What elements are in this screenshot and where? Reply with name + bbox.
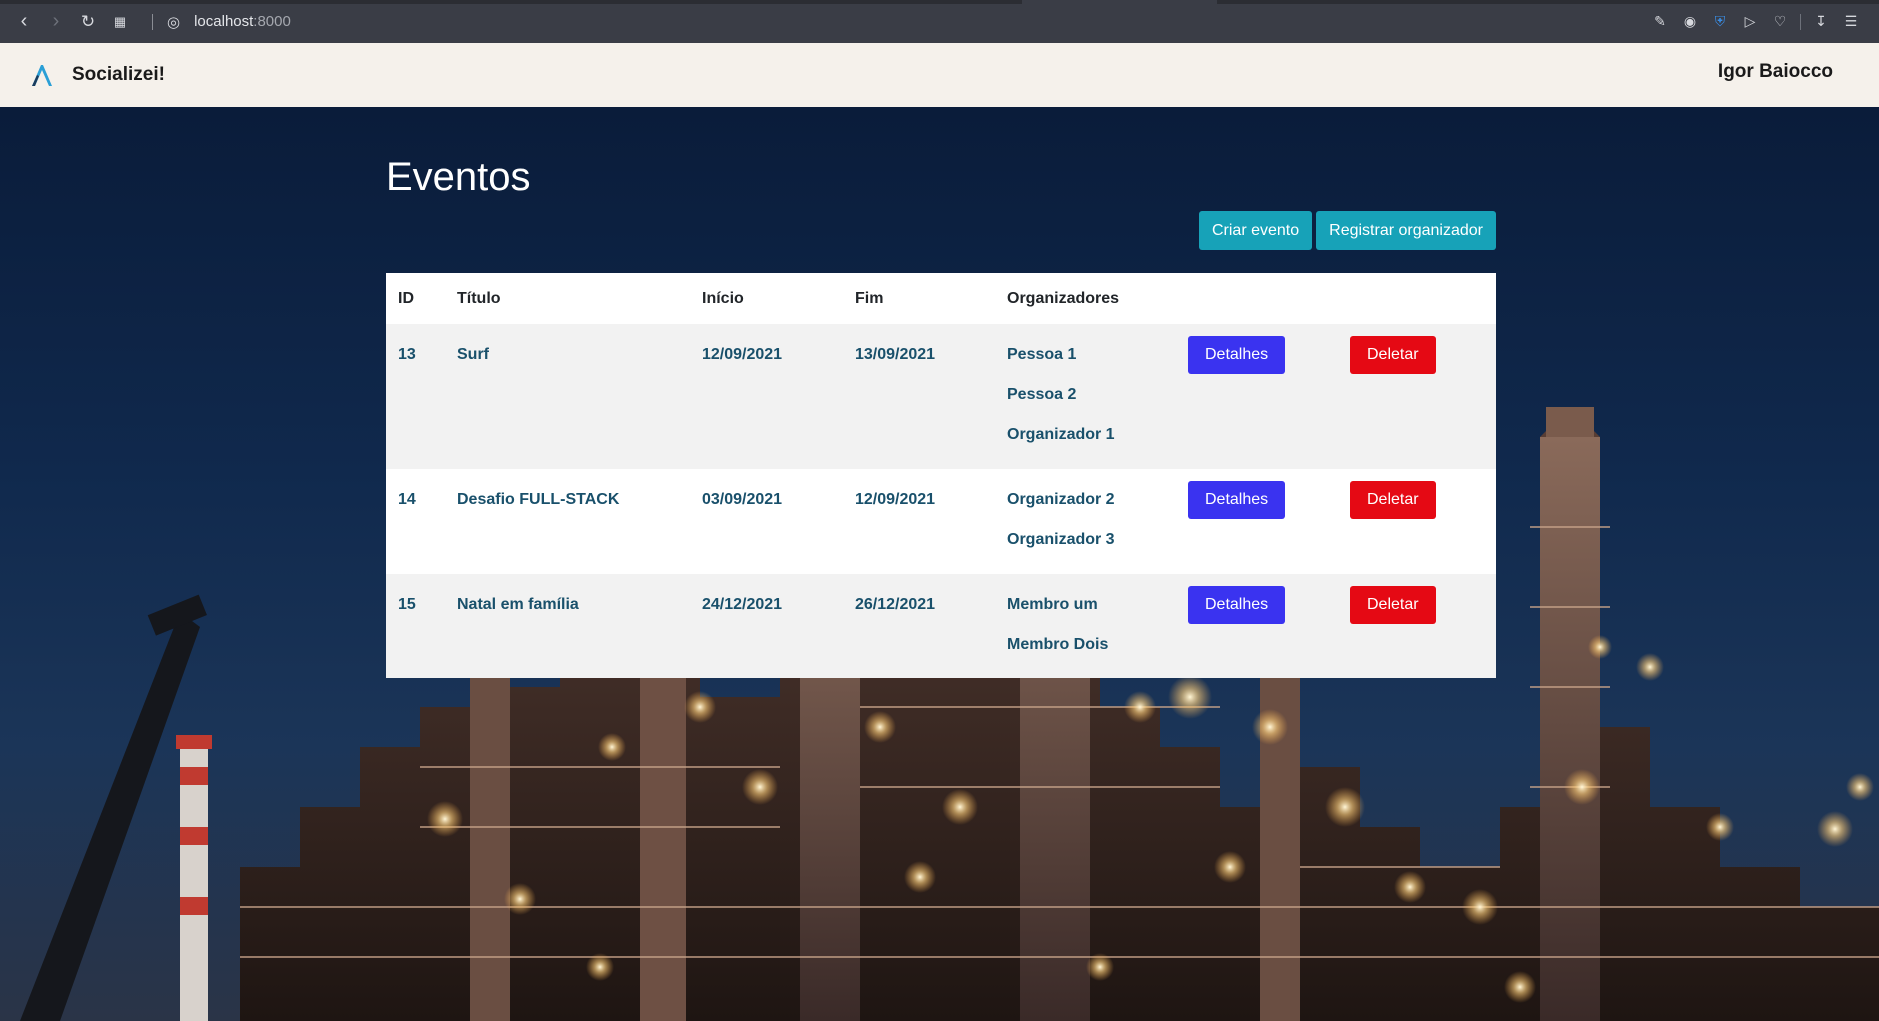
header-delete [1338, 273, 1496, 324]
organizer-item: Organizador 2 [1007, 491, 1115, 508]
page-actions: Criar evento Registrar organizador [1198, 211, 1496, 250]
tabs-grid-icon[interactable]: ▦ [104, 6, 136, 38]
table-header-row: ID Título Início Fim Organizadores [386, 273, 1496, 324]
delete-button[interactable]: Deletar [1350, 336, 1436, 374]
edit-icon[interactable]: ✎ [1650, 12, 1670, 32]
shield-icon[interactable]: ⛨ [1710, 12, 1730, 32]
details-button[interactable]: Detalhes [1188, 336, 1286, 374]
table-row: 14 Desafio FULL-STACK 03/09/2021 12/09/2… [386, 469, 1496, 574]
header-start: Início [702, 289, 744, 307]
header-organizers: Organizadores [1007, 289, 1120, 307]
url-text[interactable]: localhost:8000 [194, 13, 291, 30]
cell-organizers: Membro um Membro Dois [995, 574, 1176, 678]
delete-button[interactable]: Deletar [1350, 481, 1436, 519]
organizer-item: Organizador 3 [1007, 531, 1115, 548]
cell-start: 24/12/2021 [702, 596, 783, 613]
organizer-item: Pessoa 2 [1007, 386, 1077, 403]
forward-icon[interactable]: › [40, 6, 72, 38]
back-icon[interactable]: ‹ [8, 6, 40, 38]
cell-delete: Deletar [1338, 469, 1496, 574]
browser-toolbar: ‹ › ↻ ▦ ◎ localhost:8000 ✎ ◉ ⛨ ▷ ♡ ↧ ☰ [0, 0, 1879, 43]
cell-id: 15 [398, 596, 416, 613]
tab-strip [0, 0, 1879, 4]
url-port: :8000 [253, 13, 291, 30]
brand-logo-icon[interactable] [28, 61, 56, 89]
cell-details: Detalhes [1176, 324, 1338, 469]
table-row: 13 Surf 12/09/2021 13/09/2021 Pessoa 1 P… [386, 324, 1496, 469]
table-row: 15 Natal em família 24/12/2021 26/12/202… [386, 574, 1496, 678]
cell-start: 12/09/2021 [702, 346, 783, 363]
cell-details: Detalhes [1176, 574, 1338, 678]
header-id: ID [398, 289, 414, 307]
cell-delete: Deletar [1338, 574, 1496, 678]
organizer-item: Organizador 1 [1007, 426, 1115, 443]
address-separator [152, 13, 153, 30]
delete-button[interactable]: Deletar [1350, 586, 1436, 624]
reload-icon[interactable]: ↻ [72, 6, 104, 38]
cell-organizers: Organizador 2 Organizador 3 [995, 469, 1176, 574]
address-bar[interactable]: ◎ localhost:8000 [146, 13, 291, 31]
cell-id: 13 [398, 346, 416, 363]
cell-id: 14 [398, 491, 416, 508]
heart-icon[interactable]: ♡ [1770, 12, 1790, 32]
camera-icon[interactable]: ◉ [1680, 12, 1700, 32]
header-end: Fim [855, 289, 884, 307]
brand-name[interactable]: Socializei! [72, 64, 165, 86]
details-button[interactable]: Detalhes [1188, 481, 1286, 519]
cell-start: 03/09/2021 [702, 491, 783, 508]
organizer-item: Membro Dois [1007, 636, 1109, 653]
details-button[interactable]: Detalhes [1188, 586, 1286, 624]
active-tab[interactable] [1022, 0, 1217, 4]
header-details [1176, 273, 1338, 324]
cell-details: Detalhes [1176, 469, 1338, 574]
header-title: Título [457, 289, 501, 307]
page-title: Eventos [386, 155, 531, 199]
cell-organizers: Pessoa 1 Pessoa 2 Organizador 1 [995, 324, 1176, 469]
organizer-item: Membro um [1007, 596, 1098, 613]
cell-title: Natal em família [457, 596, 579, 613]
organizer-item: Pessoa 1 [1007, 346, 1077, 363]
user-name[interactable]: Igor Baiocco [1718, 61, 1833, 83]
actions-separator [1800, 13, 1801, 30]
cell-delete: Deletar [1338, 324, 1496, 469]
cell-title: Surf [457, 346, 489, 363]
create-event-button[interactable]: Criar evento [1198, 211, 1313, 250]
download-icon[interactable]: ↧ [1811, 12, 1831, 32]
send-icon[interactable]: ▷ [1740, 12, 1760, 32]
browser-actions: ✎ ◉ ⛨ ▷ ♡ ↧ ☰ [1650, 12, 1879, 32]
menu-icon[interactable]: ☰ [1841, 12, 1861, 32]
cell-end: 13/09/2021 [855, 346, 936, 363]
app-navbar: Socializei! Igor Baiocco [0, 43, 1879, 107]
register-organizer-button[interactable]: Registrar organizador [1316, 211, 1496, 250]
cell-end: 12/09/2021 [855, 491, 936, 508]
url-host: localhost [194, 13, 254, 30]
events-table: ID Título Início Fim Organizadores 13 Su… [386, 273, 1496, 678]
globe-icon: ◎ [167, 13, 181, 31]
cell-title: Desafio FULL-STACK [457, 491, 620, 508]
cell-end: 26/12/2021 [855, 596, 936, 613]
